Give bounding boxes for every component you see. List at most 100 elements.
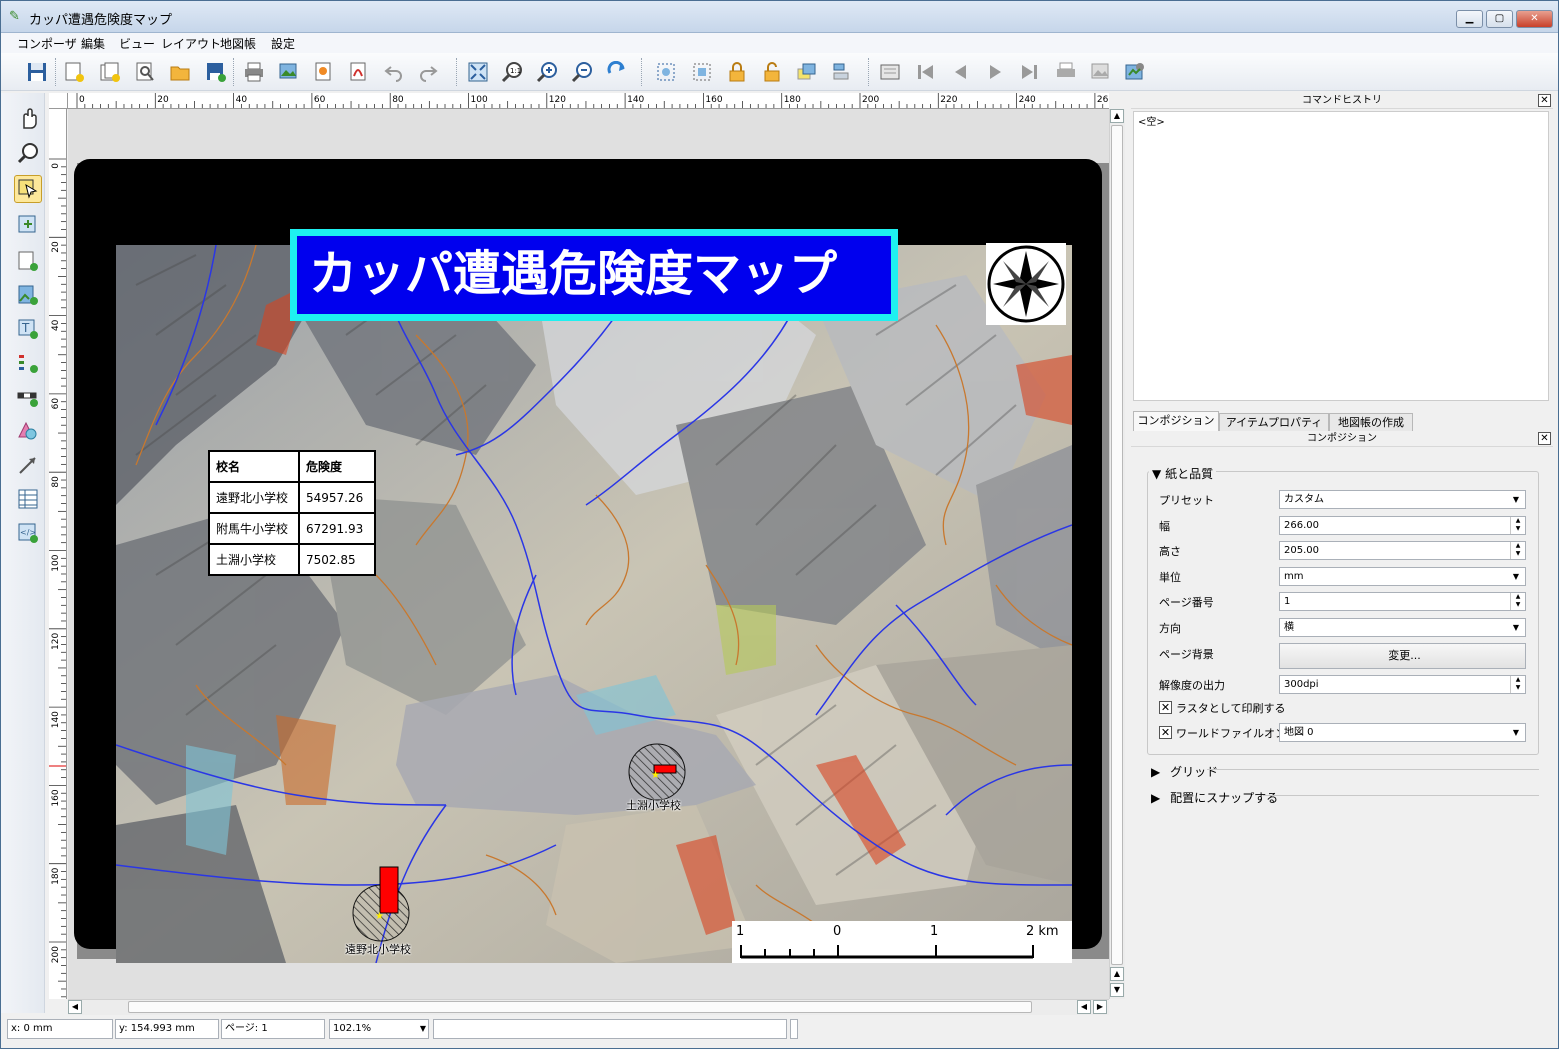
add-html-frame-icon[interactable]: </> — [14, 519, 42, 547]
unlock-items-icon[interactable] — [759, 59, 785, 85]
canvas-vertical-scrollbar[interactable]: ▲ ▲ ▼ — [1109, 109, 1125, 999]
map-title-label[interactable]: カッパ遭遇危険度マップ — [290, 229, 898, 321]
zoom-tool-icon[interactable] — [14, 139, 42, 167]
add-shape-icon[interactable] — [14, 417, 42, 445]
scroll-left-icon[interactable]: ◀ — [68, 1000, 82, 1014]
add-attribute-table-icon[interactable] — [14, 485, 42, 513]
scale-bar[interactable]: 1 0 1 2 km — [732, 921, 1072, 963]
atlas-preview-icon[interactable] — [877, 59, 903, 85]
school-risk-table[interactable]: 校名 危険度 遠野北小学校 54957.26 附馬牛小学校 67291.93 土… — [208, 450, 376, 576]
new-composer-icon[interactable] — [61, 59, 87, 85]
snap-group-header[interactable]: ▶ 配置にスナップする — [1151, 789, 1278, 806]
undo-icon[interactable] — [381, 59, 407, 85]
tab-atlas-generation[interactable]: 地図帳の作成 — [1329, 413, 1413, 431]
add-map-icon[interactable] — [14, 247, 42, 275]
composer-page[interactable]: ★ ★ 土淵小学校 遠野北小学校 校名 危険度 遠野北小学校 54957.26 — [74, 159, 1102, 963]
save-template-icon[interactable] — [203, 59, 229, 85]
zoom-in-icon[interactable] — [534, 59, 560, 85]
print-as-raster-checkbox[interactable]: ✕ — [1159, 701, 1172, 714]
spin-arrows-icon[interactable]: ▲ ▼ — [1510, 542, 1525, 559]
zoom-100-icon[interactable]: 1:1 — [499, 59, 525, 85]
spin-arrows-icon[interactable]: ▲ ▼ — [1510, 517, 1525, 534]
scroll-right-icon[interactable]: ▶ — [1093, 1000, 1107, 1014]
close-button[interactable]: ✕ — [1516, 10, 1553, 28]
menu-edit[interactable]: 編集 — [81, 35, 105, 52]
unit-combo[interactable]: mm ▼ — [1279, 567, 1526, 586]
command-history-close-icon[interactable]: ✕ — [1538, 94, 1551, 107]
vertical-scroll-thumb[interactable] — [1111, 125, 1123, 965]
menu-view[interactable]: ビュー — [119, 35, 155, 52]
command-history-list[interactable]: <空> — [1133, 111, 1549, 401]
refresh-icon[interactable] — [604, 59, 630, 85]
zoom-out-icon[interactable] — [569, 59, 595, 85]
duplicate-composer-icon[interactable] — [97, 59, 123, 85]
world-file-checkbox[interactable]: ✕ — [1159, 726, 1172, 739]
maximize-button[interactable]: ▢ — [1486, 10, 1513, 28]
map-item[interactable]: ★ ★ 土淵小学校 遠野北小学校 校名 危険度 遠野北小学校 54957.26 — [116, 245, 1072, 963]
minimize-button[interactable]: ▁ — [1456, 10, 1483, 28]
pan-icon[interactable] — [14, 105, 42, 133]
world-file-map-combo[interactable]: 地図 0 ▼ — [1279, 723, 1526, 742]
preset-combo[interactable]: カスタム ▼ — [1279, 490, 1526, 509]
paper-quality-header[interactable]: ▼ 紙と品質 — [1149, 465, 1217, 482]
next-feature-icon[interactable] — [982, 59, 1008, 85]
export-pdf-icon[interactable] — [346, 59, 372, 85]
add-image-icon[interactable] — [14, 281, 42, 309]
tab-composition[interactable]: コンポジション — [1133, 411, 1219, 431]
north-arrow-icon[interactable] — [986, 243, 1066, 325]
print-atlas-icon[interactable] — [1053, 59, 1079, 85]
grid-group-header[interactable]: ▶ グリッド — [1151, 763, 1218, 780]
composer-item-toolbar: T </> — [1, 93, 45, 1013]
save-project-icon[interactable] — [24, 59, 50, 85]
scroll-up-icon[interactable]: ▲ — [1110, 109, 1124, 123]
raise-items-icon[interactable] — [794, 59, 820, 85]
zoom-full-icon[interactable] — [465, 59, 491, 85]
select-move-item-icon[interactable] — [14, 175, 42, 203]
resolution-spinbox[interactable]: 300dpi ▲ ▼ — [1279, 675, 1526, 694]
atlas-settings-icon[interactable] — [1122, 59, 1148, 85]
align-items-icon[interactable] — [829, 59, 855, 85]
previous-feature-icon[interactable] — [948, 59, 974, 85]
zoom-combo[interactable]: 102.1% ▼ — [329, 1019, 429, 1039]
redo-icon[interactable] — [415, 59, 441, 85]
history-item[interactable]: <空> — [1138, 113, 1544, 128]
menu-atlas[interactable]: 地図帳 — [220, 35, 256, 52]
spin-arrows-icon[interactable]: ▲ ▼ — [1510, 676, 1525, 693]
canvas-horizontal-scrollbar[interactable]: ◀ ◀ ▶ — [68, 999, 1109, 1015]
expand-arrow-icon[interactable]: ▶ — [1151, 791, 1160, 805]
export-image-icon[interactable] — [276, 59, 302, 85]
expand-arrow-icon[interactable]: ▶ — [1151, 765, 1160, 779]
width-spinbox[interactable]: 266.00 ▲ ▼ — [1279, 516, 1526, 535]
scroll-top-icon[interactable]: ▲ — [1110, 967, 1124, 981]
print-icon[interactable] — [241, 59, 267, 85]
add-legend-icon[interactable] — [14, 349, 42, 377]
height-spinbox[interactable]: 205.00 ▲ ▼ — [1279, 541, 1526, 560]
menu-composer[interactable]: コンポーザ — [17, 35, 77, 52]
menu-settings[interactable]: 設定 — [271, 35, 295, 52]
lock-items-icon[interactable] — [724, 59, 750, 85]
add-arrow-icon[interactable] — [14, 451, 42, 479]
ungroup-items-icon[interactable] — [689, 59, 715, 85]
tab-item-properties[interactable]: アイテムプロパティ — [1219, 413, 1329, 431]
orientation-combo[interactable]: 横 ▼ — [1279, 618, 1526, 637]
composition-close-icon[interactable]: ✕ — [1538, 432, 1551, 445]
page-number-spinbox[interactable]: 1 ▲ ▼ — [1279, 592, 1526, 611]
group-items-icon[interactable] — [653, 59, 679, 85]
scroll-left-end-icon[interactable]: ◀ — [1077, 1000, 1091, 1014]
change-background-button[interactable]: 変更... — [1279, 643, 1526, 669]
open-template-icon[interactable] — [167, 59, 193, 85]
menu-layout[interactable]: レイアウト — [161, 35, 221, 52]
last-feature-icon[interactable] — [1016, 59, 1042, 85]
spin-arrows-icon[interactable]: ▲ ▼ — [1510, 593, 1525, 610]
move-item-content-icon[interactable] — [14, 211, 42, 239]
horizontal-scroll-thumb[interactable] — [128, 1001, 1032, 1013]
scroll-down-icon[interactable]: ▼ — [1110, 983, 1124, 997]
first-feature-icon[interactable] — [913, 59, 939, 85]
export-atlas-icon[interactable] — [1088, 59, 1114, 85]
add-scalebar-icon[interactable] — [14, 383, 42, 411]
export-svg-icon[interactable] — [311, 59, 337, 85]
composer-canvas[interactable]: ★ ★ 土淵小学校 遠野北小学校 校名 危険度 遠野北小学校 54957.26 — [68, 109, 1109, 999]
composer-manager-icon[interactable] — [132, 59, 158, 85]
collapse-arrow-icon[interactable]: ▼ — [1152, 467, 1161, 481]
add-label-icon[interactable]: T — [14, 315, 42, 343]
